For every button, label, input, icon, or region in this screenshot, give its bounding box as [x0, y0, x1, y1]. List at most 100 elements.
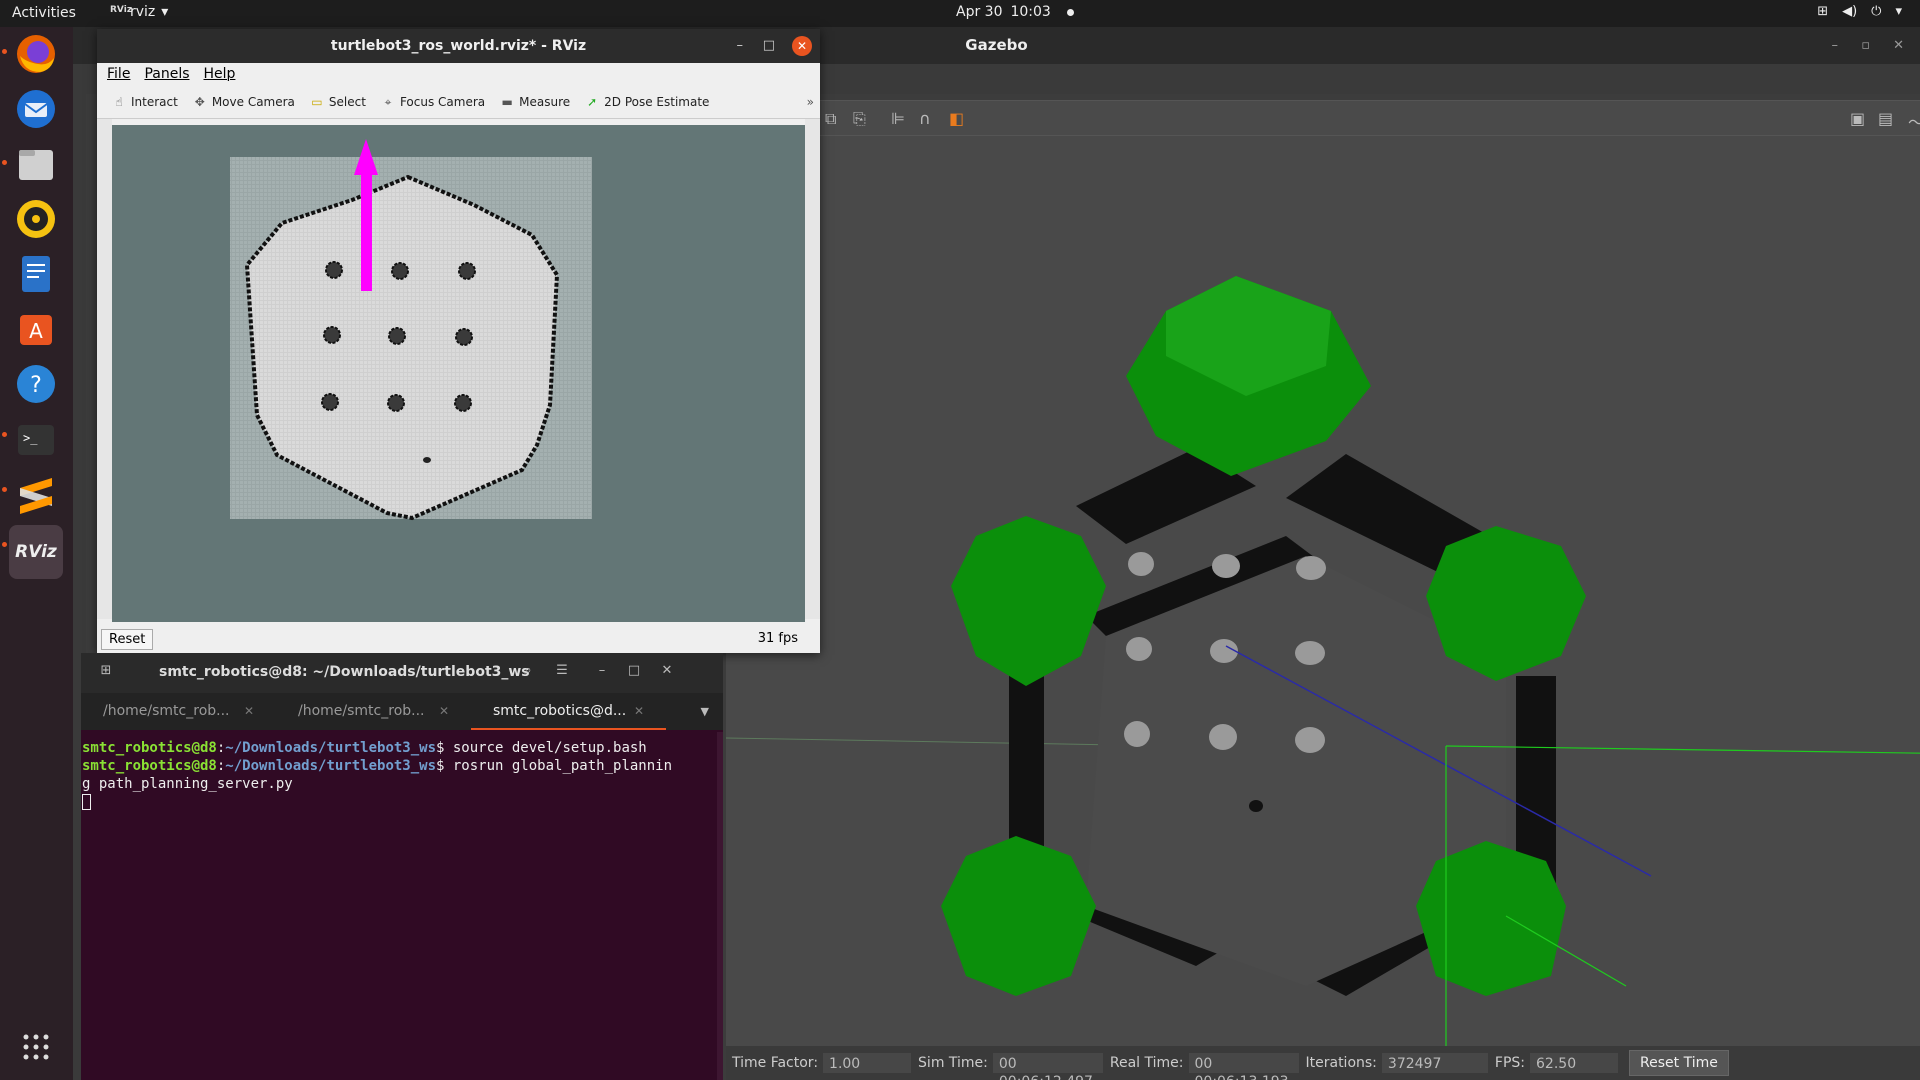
paste-icon[interactable]: ⎘ [853, 109, 873, 129]
search-icon[interactable]: ⌕ [517, 663, 539, 683]
focus-camera-tool[interactable]: ⌖ Focus Camera [380, 94, 486, 109]
close-tab-icon[interactable]: ✕ [244, 693, 254, 730]
tab-list-chevron-icon[interactable]: ▼ [701, 705, 709, 718]
terminal-scrollbar[interactable] [717, 732, 723, 1080]
dock-rhythmbox[interactable] [9, 192, 63, 246]
app-menu[interactable]: RViz rviz ▾ [110, 4, 168, 20]
terminal-tab-2[interactable]: /home/smtc_rob... ✕ [276, 693, 471, 730]
close-tab-icon[interactable]: ✕ [634, 693, 644, 730]
close-tab-icon[interactable]: ✕ [439, 693, 449, 730]
dock-firefox[interactable] [9, 27, 63, 81]
minimize-icon[interactable]: – [591, 663, 613, 683]
screenshot-icon[interactable]: ▣ [1850, 109, 1870, 129]
focus-icon: ⌖ [384, 94, 392, 109]
rhythmbox-icon [17, 200, 55, 238]
prompt-user: smtc_robotics@d8 [82, 758, 217, 774]
terminal-output[interactable]: smtc_robotics@d8:~/Downloads/turtlebot3_… [81, 732, 723, 1080]
menu-help[interactable]: Help [204, 66, 236, 82]
power-icon: ⏻ [1871, 4, 1882, 19]
dock-sublime[interactable] [9, 467, 63, 521]
robot-marker [1249, 800, 1263, 812]
terminal-titlebar[interactable]: ⊞ smtc_robotics@d8: ~/Downloads/turtlebo… [81, 653, 723, 693]
log-icon[interactable]: ▤ [1878, 109, 1898, 129]
ruler-icon: ▬ [501, 94, 513, 109]
terminal-icon: >_ [18, 425, 54, 455]
new-tab-icon[interactable]: ⊞ [95, 663, 117, 683]
sublime-icon [20, 478, 52, 514]
command-text: $ rosrun global_path_plannin [436, 758, 673, 774]
dock-writer[interactable] [9, 247, 63, 301]
world-render [726, 136, 1920, 1046]
reset-button[interactable]: Reset [101, 628, 154, 650]
fps-readout: 31 fps [757, 631, 798, 646]
interact-tool[interactable]: ☝ Interact [111, 95, 177, 109]
terminal-title: smtc_robotics@d8: ~/Downloads/turtlebot3… [159, 664, 530, 680]
toolbar-overflow-icon[interactable]: » [807, 85, 814, 119]
close-icon[interactable]: ✕ [792, 36, 812, 56]
app-grid-icon [23, 1034, 49, 1060]
rviz-3d-view[interactable] [112, 125, 805, 622]
rviz-titlebar[interactable]: turtlebot3_ros_world.rviz* - RViz – □ ✕ [97, 29, 820, 63]
system-tray[interactable]: ⊞ ◀) ⏻ ▾ [1817, 4, 1902, 19]
show-applications-button[interactable] [9, 1020, 63, 1074]
files-icon [19, 150, 53, 180]
chevron-down-icon: ▾ [1895, 4, 1902, 19]
gazebo-3d-scene[interactable] [726, 136, 1920, 1046]
move-camera-label: Move Camera [211, 94, 295, 109]
minimize-icon[interactable]: – [737, 29, 744, 63]
firefox-icon [17, 35, 55, 73]
time-label: 10:03 [1010, 4, 1051, 20]
network-icon: ⊞ [1817, 4, 1829, 19]
terminal-tab-3[interactable]: smtc_robotics@d... ✕ [471, 693, 666, 730]
svg-text:A: A [29, 319, 43, 343]
plot-icon[interactable]: 〜 [1908, 109, 1920, 132]
reset-time-button[interactable]: Reset Time [1629, 1050, 1729, 1076]
measure-tool[interactable]: ▬ Measure [499, 95, 570, 109]
restore-icon[interactable]: ▫ [1861, 27, 1870, 64]
gazebo-toolbar: ⧉ ⎘ ⊫ ∩ ◧ ▣ ▤ 〜 ▶ [818, 100, 1920, 136]
dock-help[interactable]: ? [9, 357, 63, 411]
minimize-icon[interactable]: – [1832, 27, 1839, 64]
clock[interactable]: Apr 30 10:03 [956, 4, 1074, 20]
document-icon [22, 256, 50, 292]
time-factor-value: 1.00 [822, 1052, 913, 1074]
dock-terminal[interactable]: >_ [9, 412, 63, 466]
sim-time-value: 00 00:06:12.497 [991, 1052, 1104, 1080]
focus-camera-label: Focus Camera [399, 94, 486, 109]
dock-rviz[interactable]: RViz [9, 525, 63, 579]
dock-files[interactable] [9, 137, 63, 191]
close-icon[interactable]: ✕ [1893, 27, 1904, 64]
running-indicator-icon [2, 542, 7, 547]
close-icon[interactable]: ✕ [656, 663, 678, 683]
running-indicator-icon [2, 432, 7, 437]
menu-file[interactable]: File [107, 66, 130, 82]
rviz-window: turtlebot3_ros_world.rviz* - RViz – □ ✕ … [97, 29, 820, 653]
terminal-tab-1[interactable]: /home/smtc_rob... ✕ [81, 693, 276, 730]
rviz-menubar: File Panels Help [97, 63, 820, 85]
right-dock-collapse[interactable] [805, 119, 820, 619]
dock: A ? >_ RViz [0, 27, 73, 1080]
copy-icon[interactable]: ⧉ [825, 109, 845, 129]
terminal-cursor-line [82, 793, 722, 811]
view-angle-icon[interactable]: ◧ [949, 109, 969, 129]
maximize-icon[interactable]: □ [763, 29, 775, 63]
dock-ubuntu-software[interactable]: A [9, 302, 63, 356]
align-icon[interactable]: ⊫ [891, 109, 911, 129]
terminal-line: g path_planning_server.py [82, 776, 293, 792]
pose-estimate-tool[interactable]: ➚ 2D Pose Estimate [584, 95, 709, 109]
help-icon: ? [17, 365, 55, 403]
select-tool[interactable]: ▭ Select [309, 95, 366, 109]
real-time-value: 00 00:06:13.193 [1187, 1052, 1300, 1080]
activities-button[interactable]: Activities [12, 5, 76, 21]
move-camera-tool[interactable]: ✥ Move Camera [192, 95, 295, 109]
dock-thunderbird[interactable] [9, 82, 63, 136]
software-store-icon: A [20, 315, 52, 345]
left-dock-collapse[interactable] [97, 119, 112, 619]
select-label: Select [328, 94, 366, 109]
snap-icon[interactable]: ∩ [919, 109, 939, 129]
maximize-icon[interactable]: □ [623, 663, 645, 683]
pose-estimate-label: 2D Pose Estimate [604, 94, 710, 109]
menu-panels[interactable]: Panels [144, 66, 189, 82]
svg-text:>_: >_ [23, 431, 38, 445]
hamburger-menu-icon[interactable]: ☰ [551, 663, 573, 683]
